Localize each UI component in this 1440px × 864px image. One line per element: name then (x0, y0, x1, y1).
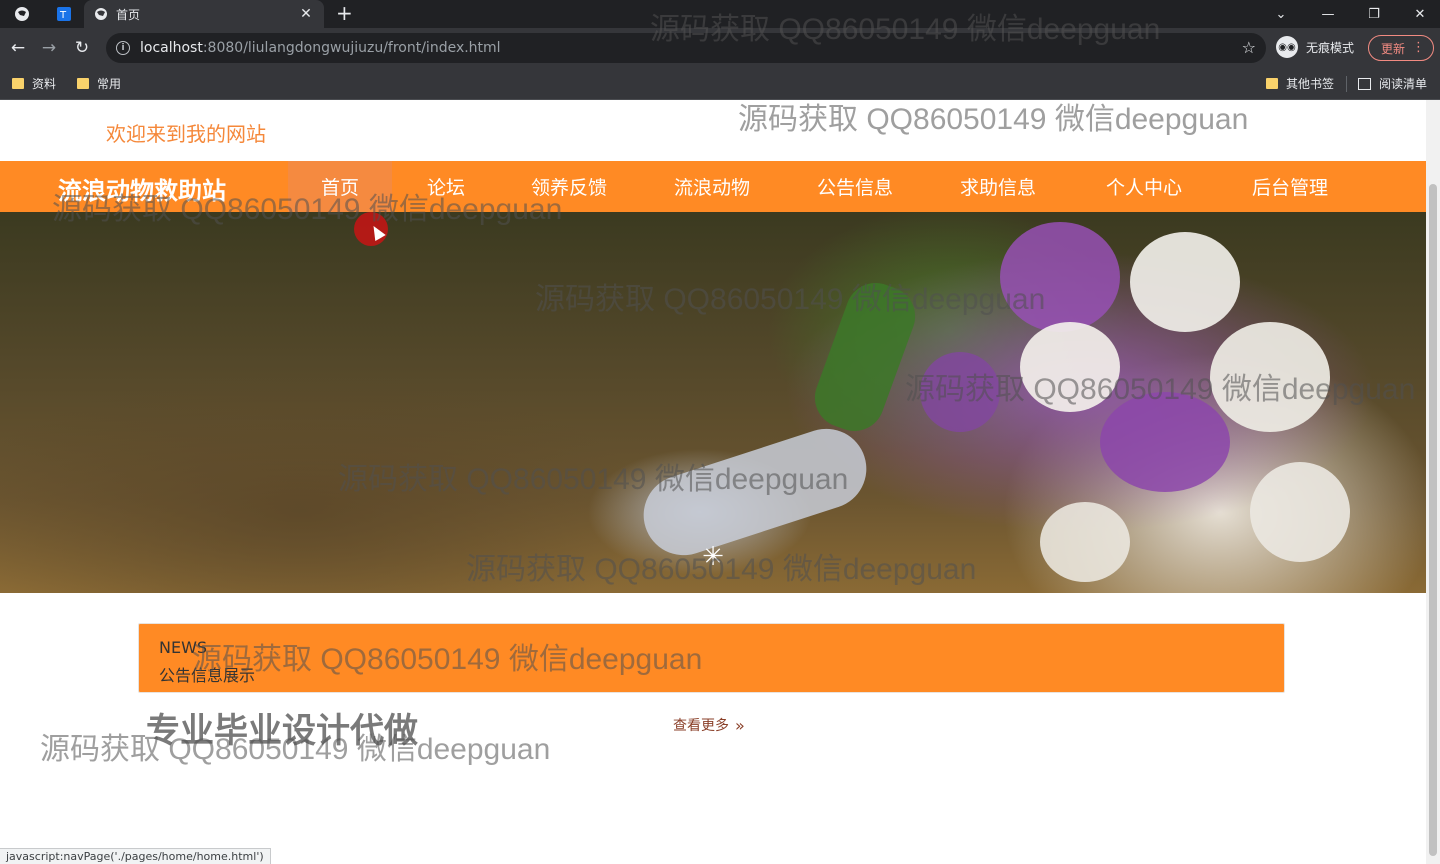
tab-search-icon[interactable]: ⌄ (1258, 0, 1304, 28)
bookmark-label: 阅读清单 (1379, 77, 1428, 91)
update-button[interactable]: 更新 ⋮ (1368, 35, 1434, 61)
nav-announcements[interactable]: 公告信息 (794, 161, 916, 212)
reading-list-icon (1358, 77, 1371, 90)
bookmark-label: 常用 (97, 77, 122, 91)
bookmark-folder-other[interactable]: 其他书签 (1266, 75, 1334, 92)
site-navbar: 流浪动物救助站 首页 论坛 领养反馈 流浪动物 公告信息 求助信息 个人中心 后… (0, 161, 1426, 212)
window-close-icon[interactable]: ✕ (1397, 0, 1440, 28)
nav-stray-animals[interactable]: 流浪动物 (652, 161, 772, 212)
scrollbar-thumb[interactable] (1429, 184, 1437, 856)
news-label-en: NEWS (159, 638, 208, 657)
svg-text:T: T (59, 10, 67, 21)
back-icon[interactable]: ← (6, 36, 30, 60)
folder-icon (1266, 78, 1278, 89)
browser-tab-bar: T 首页 ✕ + ⌄ — ❐ ✕ (0, 0, 1440, 28)
globe-icon (95, 8, 107, 20)
nav-help-info[interactable]: 求助信息 (938, 161, 1058, 212)
bookmark-folder-changyong[interactable]: 常用 (77, 75, 121, 92)
bookmark-folder-ziliao[interactable]: 资料 (12, 75, 56, 92)
bookmark-label: 其他书签 (1286, 77, 1335, 91)
hero-carousel[interactable]: ✳ (0, 212, 1426, 593)
browser-toolbar: ← → ↻ i localhost:8080/liulangdongwujiuz… (0, 28, 1440, 68)
folder-icon (12, 78, 24, 89)
section-title: 专业毕业设计代做 (146, 711, 418, 751)
new-tab-icon[interactable]: + (336, 3, 353, 23)
flower-shape (1100, 392, 1230, 492)
url-host: localhost (140, 40, 203, 56)
view-more-link[interactable]: 查看更多 » (673, 715, 745, 735)
flower-shape (920, 352, 1000, 432)
nav-home[interactable]: 首页 (288, 161, 392, 212)
flower-shape (1040, 502, 1130, 582)
flower-shape (1210, 322, 1330, 432)
flower-shape (1130, 232, 1240, 332)
scrollbar[interactable] (1426, 100, 1440, 864)
divider (1346, 76, 1347, 92)
incognito-label: 无痕模式 (1306, 40, 1355, 55)
page-viewport: 欢迎来到我的网站 流浪动物救助站 首页 论坛 领养反馈 流浪动物 公告信息 求助… (0, 100, 1440, 864)
minimize-icon[interactable]: — (1305, 0, 1351, 28)
bookmarks-bar: 资料 常用 其他书签 阅读清单 (0, 68, 1440, 100)
forward-icon[interactable]: → (37, 36, 61, 60)
url-path: :8080/liulangdongwujiuzu/front/index.htm… (202, 40, 501, 56)
reading-list[interactable]: 阅读清单 (1358, 75, 1427, 92)
url-text[interactable]: localhost:8080/liulangdongwujiuzu/front/… (140, 40, 501, 56)
status-bar: javascript:navPage('./pages/home/home.ht… (0, 848, 271, 864)
news-header-box: NEWS 公告信息展示 (138, 623, 1285, 693)
site-brand[interactable]: 流浪动物救助站 (58, 171, 226, 206)
nav-adoption-feedback[interactable]: 领养反馈 (508, 161, 630, 212)
welcome-text: 欢迎来到我的网站 (106, 122, 266, 146)
update-label: 更新 (1381, 41, 1406, 56)
tab-home[interactable]: 首页 ✕ (84, 0, 324, 28)
double-chevron-right-icon: » (735, 715, 745, 735)
news-label-cn: 公告信息展示 (159, 666, 256, 685)
loading-spinner-icon: ✳ (702, 542, 724, 572)
folder-icon (77, 78, 89, 89)
restore-icon[interactable]: ❐ (1351, 0, 1397, 28)
nav-personal-center[interactable]: 个人中心 (1082, 161, 1206, 212)
reload-icon[interactable]: ↻ (70, 36, 94, 60)
nav-forum[interactable]: 论坛 (400, 161, 492, 212)
nav-admin[interactable]: 后台管理 (1228, 161, 1352, 212)
bookmark-star-icon[interactable]: ☆ (1242, 38, 1256, 57)
close-icon[interactable]: ✕ (298, 6, 314, 22)
extension-icon[interactable]: T (52, 3, 76, 25)
view-more-label: 查看更多 (673, 718, 729, 734)
incognito-indicator[interactable]: ◉◉ 无痕模式 (1276, 36, 1354, 58)
address-bar[interactable]: i localhost:8080/liulangdongwujiuzu/fron… (106, 33, 1266, 63)
menu-dots-icon[interactable]: ⋮ (1412, 40, 1425, 55)
incognito-icon: ◉◉ (1276, 36, 1298, 58)
info-icon[interactable]: i (116, 41, 130, 55)
bookmark-label: 资料 (32, 77, 57, 91)
flower-shape (1250, 462, 1350, 562)
globe-icon[interactable] (10, 3, 34, 25)
flower-shape (1020, 322, 1120, 412)
flower-shape (1000, 222, 1120, 332)
tab-title: 首页 (116, 7, 141, 22)
